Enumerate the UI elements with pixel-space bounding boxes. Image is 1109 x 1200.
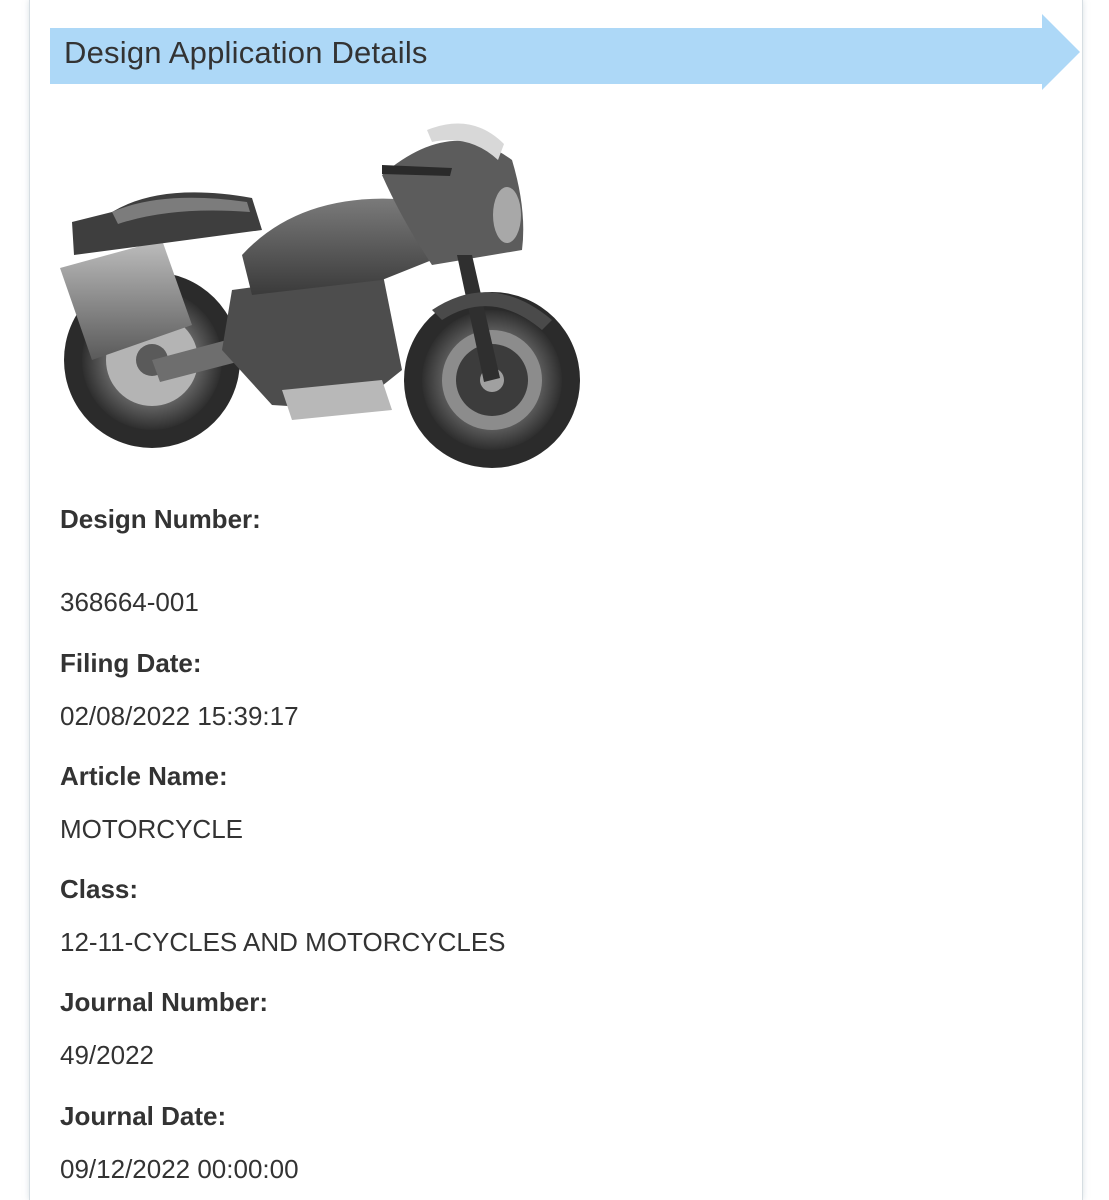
journal-number-label: Journal Number:	[60, 987, 269, 1017]
page-title: Design Application Details	[64, 35, 428, 70]
journal-date-label: Journal Date:	[60, 1101, 227, 1131]
class-label: Class:	[60, 874, 139, 904]
journal-date-value: 09/12/2022 00:00:00	[60, 1154, 299, 1184]
article-name-value: MOTORCYCLE	[60, 814, 243, 844]
article-name-label: Article Name:	[60, 761, 228, 791]
motorcycle-icon	[60, 123, 580, 468]
design-number-label: Design Number:	[60, 504, 261, 534]
header-banner: Design Application Details	[50, 14, 1080, 90]
motorcycle-design-image	[52, 120, 582, 482]
filing-date-label: Filing Date:	[60, 648, 202, 678]
filing-date-value: 02/08/2022 15:39:17	[60, 701, 299, 731]
journal-number-value: 49/2022	[60, 1040, 154, 1070]
design-number-value: 368664-001	[60, 587, 199, 617]
page: Design Application Details Design Number…	[0, 0, 1109, 1200]
class-value: 12-11-CYCLES AND MOTORCYCLES	[60, 927, 506, 957]
